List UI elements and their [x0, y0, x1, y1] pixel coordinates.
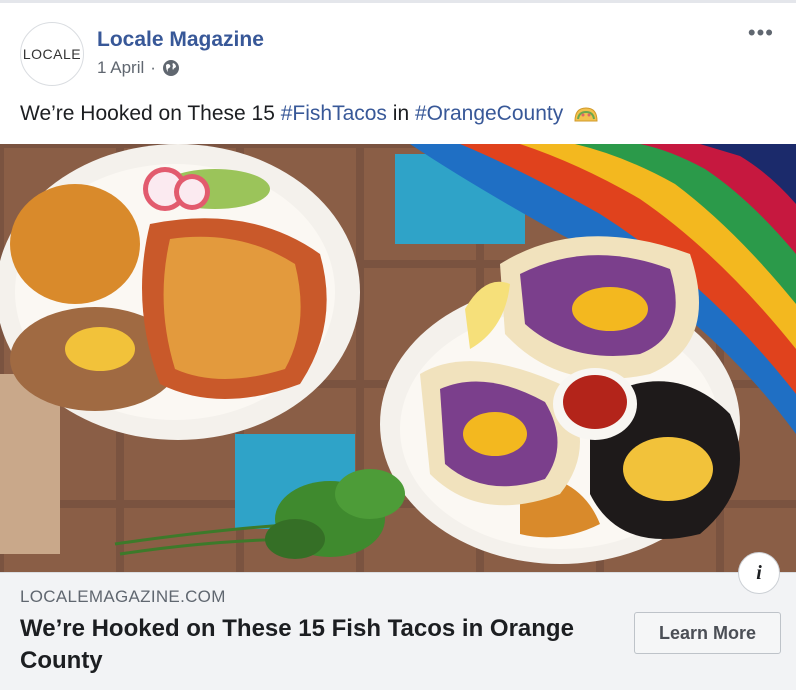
taco-icon [574, 107, 598, 122]
page-name-link[interactable]: Locale Magazine [97, 28, 264, 52]
caption-middle: in [386, 102, 415, 125]
globe-icon [162, 60, 179, 76]
link-preview[interactable]: LOCALEMAGAZINE.COM We’re Hooked on These… [0, 572, 796, 690]
more-options-icon[interactable]: ••• [748, 22, 774, 44]
post-top-border [0, 0, 796, 3]
caption-text: We’re Hooked on These 15 [20, 102, 281, 125]
post-image[interactable] [0, 144, 796, 572]
food-photo [0, 144, 796, 572]
learn-more-button[interactable]: Learn More [634, 612, 781, 654]
link-title[interactable]: We’re Hooked on These 15 Fish Tacos in O… [20, 613, 580, 677]
meta-separator: · [150, 58, 156, 77]
hashtag-fishtacos[interactable]: #FishTacos [281, 102, 387, 125]
post-date[interactable]: 1 April [97, 58, 144, 78]
page-avatar[interactable]: LOCALE [20, 22, 84, 86]
hashtag-orangecounty[interactable]: #OrangeCounty [415, 102, 563, 125]
post-meta: 1 April · [97, 58, 180, 78]
link-domain: LOCALEMAGAZINE.COM [20, 587, 226, 606]
ad-info-icon[interactable]: i [738, 552, 780, 594]
post-header: LOCALE Locale Magazine 1 April · ••• [20, 22, 776, 86]
post-caption: We’re Hooked on These 15 #FishTacos in #… [20, 102, 599, 126]
avatar-logo-text: LOCALE [22, 46, 82, 62]
